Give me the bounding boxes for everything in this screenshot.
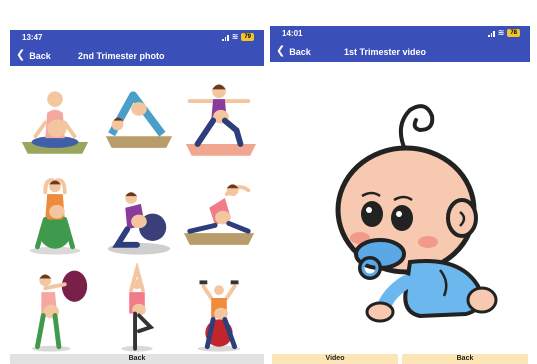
wifi-icon: ≋ <box>231 32 239 41</box>
pose-image-kneeling-ball[interactable] <box>98 167 176 258</box>
wifi-icon: ≋ <box>497 28 505 37</box>
pose-image-side-stretch[interactable] <box>180 167 258 258</box>
back-button[interactable]: ❮ Back <box>16 50 51 61</box>
right-phone-screen: 14:01 ≋ 78 ❮ Back 1st Trimester video Vi… <box>270 0 530 364</box>
back-bottom-button[interactable]: Back <box>10 354 264 364</box>
status-bar: 14:01 ≋ 78 <box>270 26 530 42</box>
app-bar: ❮ Back 2nd Trimester photo <box>10 46 264 66</box>
pose-image-ball-squat[interactable] <box>16 167 94 258</box>
left-phone-screen: 13:47 ≋ 79 ❮ Back 2nd Trimester photo Ba… <box>10 0 264 364</box>
pose-image-tree[interactable] <box>98 262 176 354</box>
status-bar: 13:47 ≋ 79 <box>10 30 264 46</box>
signal-icon <box>488 30 495 37</box>
back-arrow-icon: ❮ <box>276 45 286 57</box>
pose-image-ball-dumbbells[interactable] <box>180 263 258 354</box>
app-bar: ❮ Back 1st Trimester video <box>270 42 530 62</box>
status-icons: ≋ 78 <box>488 29 520 37</box>
signal-icon <box>222 34 229 41</box>
baby-illustration <box>310 86 510 330</box>
video-button[interactable]: Video <box>272 354 398 364</box>
pose-image-downward-dog[interactable] <box>98 72 176 163</box>
pose-image-warrior[interactable] <box>180 72 258 163</box>
back-label: Back <box>289 46 311 57</box>
page-title: 1st Trimester video <box>344 47 427 57</box>
back-button[interactable]: ❮ Back <box>276 46 311 57</box>
status-time: 14:01 <box>282 29 303 38</box>
page-title: 2nd Trimester photo <box>78 51 165 61</box>
status-time: 13:47 <box>22 33 43 42</box>
back-label: Back <box>29 50 51 61</box>
pose-image-standing-ball[interactable] <box>16 263 94 354</box>
pose-image-meditation[interactable] <box>16 72 94 163</box>
back-bottom-button[interactable]: Back <box>402 354 528 364</box>
battery-icon: 79 <box>241 33 254 41</box>
battery-icon: 78 <box>507 29 520 37</box>
status-icons: ≋ 79 <box>222 33 254 41</box>
pose-grid <box>16 72 258 354</box>
back-arrow-icon: ❮ <box>16 49 26 61</box>
